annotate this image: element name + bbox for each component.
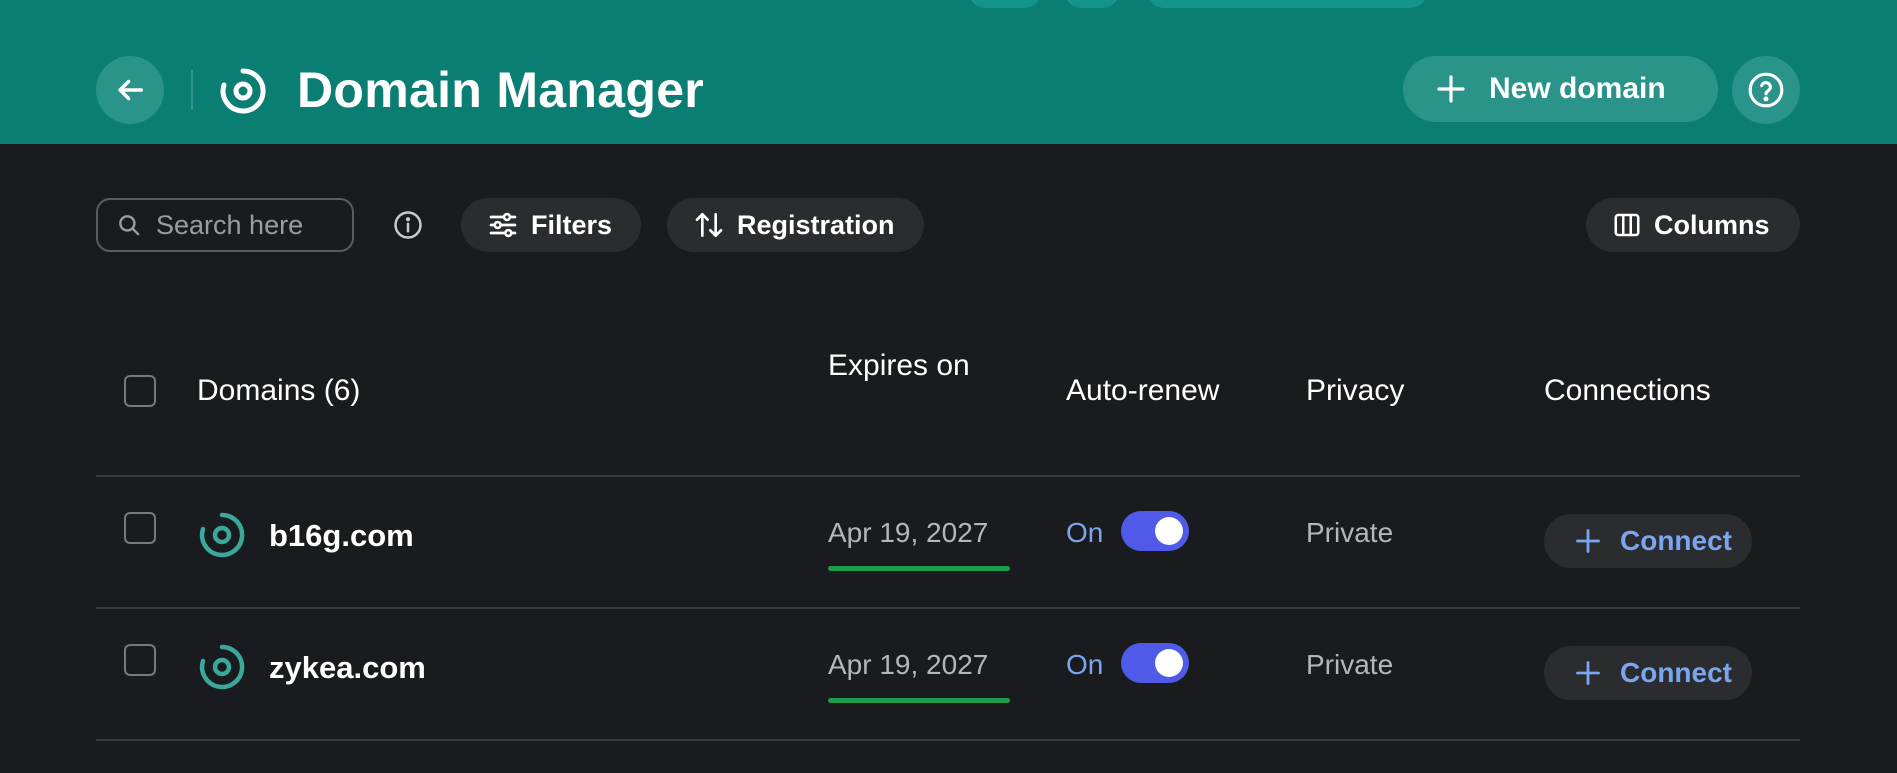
expiry-date: Apr 19, 2027 — [828, 517, 989, 548]
plus-icon — [1576, 661, 1600, 685]
header-divider — [191, 70, 193, 110]
filters-button[interactable]: Filters — [461, 198, 641, 252]
privacy-status: Private — [1306, 649, 1394, 680]
top-pill[interactable] — [1146, 0, 1428, 8]
privacy-status: Private — [1306, 517, 1394, 548]
auto-renew-status: On — [1066, 649, 1104, 680]
columns-icon — [1614, 213, 1640, 237]
auto-renew-toggle[interactable] — [1121, 511, 1189, 551]
info-icon[interactable] — [393, 210, 423, 240]
filters-label: Filters — [531, 209, 613, 240]
back-button[interactable] — [96, 56, 164, 124]
search-icon — [119, 215, 140, 236]
table-row-divider — [96, 739, 1800, 741]
table-divider — [96, 475, 1800, 477]
row-checkbox[interactable] — [124, 644, 156, 676]
connect-label: Connect — [1620, 525, 1732, 556]
search-input[interactable] — [156, 209, 336, 241]
connect-button[interactable]: Connect — [1544, 646, 1752, 700]
app-header: Domain Manager New domain — [0, 0, 1897, 144]
top-pill[interactable] — [968, 0, 1042, 8]
expiry-progress-bar — [828, 566, 1010, 571]
toggle-knob — [1155, 649, 1183, 677]
help-button[interactable] — [1732, 56, 1800, 124]
select-all-checkbox[interactable] — [124, 375, 156, 407]
sort-registration-button[interactable]: Registration — [667, 198, 924, 252]
domain-ring-icon — [220, 68, 266, 114]
domain-ring-icon — [199, 512, 245, 558]
sort-label: Registration — [737, 209, 895, 240]
connect-label: Connect — [1620, 657, 1732, 688]
row-checkbox[interactable] — [124, 512, 156, 544]
columns-button[interactable]: Columns — [1586, 198, 1800, 252]
auto-renew-toggle[interactable] — [1121, 643, 1189, 683]
search-box[interactable] — [96, 198, 354, 252]
top-pill[interactable] — [1064, 0, 1120, 8]
column-header-connections[interactable]: Connections — [1544, 373, 1711, 409]
column-header-expires[interactable]: Expires on — [828, 348, 970, 384]
columns-label: Columns — [1654, 209, 1770, 240]
domain-name[interactable]: b16g.com — [269, 516, 414, 556]
sliders-icon — [489, 212, 517, 238]
expiry-date: Apr 19, 2027 — [828, 649, 989, 680]
new-domain-button[interactable]: New domain — [1403, 56, 1718, 122]
toggle-knob — [1155, 517, 1183, 545]
expiry-progress-bar — [828, 698, 1010, 703]
plus-icon — [1576, 529, 1600, 553]
question-circle-icon — [1748, 72, 1784, 108]
auto-renew-status: On — [1066, 517, 1104, 548]
page-title: Domain Manager — [297, 62, 705, 118]
column-header-privacy[interactable]: Privacy — [1306, 373, 1404, 409]
table-row-divider — [96, 607, 1800, 609]
connect-button[interactable]: Connect — [1544, 514, 1752, 568]
new-domain-label: New domain — [1489, 72, 1666, 105]
domain-ring-icon — [199, 644, 245, 690]
domain-name[interactable]: zykea.com — [269, 648, 426, 688]
plus-icon — [1437, 75, 1465, 103]
column-header-auto-renew[interactable]: Auto-renew — [1066, 373, 1219, 409]
sort-arrows-icon — [695, 213, 723, 237]
arrow-left-icon — [118, 79, 144, 101]
column-header-domains[interactable]: Domains (6) — [197, 373, 360, 409]
